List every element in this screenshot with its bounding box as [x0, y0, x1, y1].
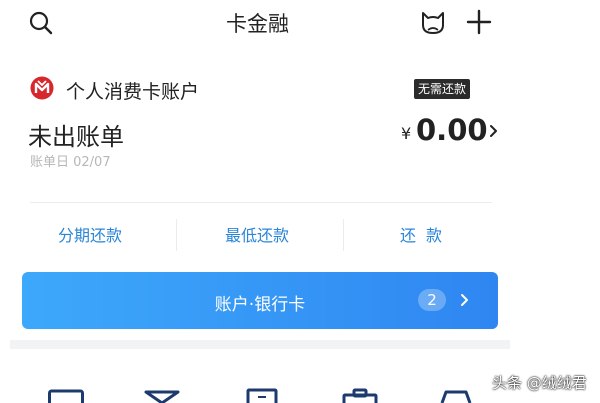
watermark: 头条 @绒绒君	[492, 374, 587, 392]
bill-date: 账单日 02/07	[30, 155, 111, 170]
divider	[176, 219, 177, 251]
repay-button[interactable]: 还款	[400, 222, 452, 246]
card-icon[interactable]	[48, 387, 84, 403]
chevron-right-icon	[490, 125, 497, 137]
installment-repay-button[interactable]: 分期还款	[58, 222, 122, 246]
bill-status: 未出账单	[28, 123, 124, 151]
section-gap	[10, 340, 510, 349]
amount-value: 0.00	[416, 113, 488, 147]
minimum-repay-button[interactable]: 最低还款	[225, 222, 289, 246]
chevron-right-icon	[461, 294, 468, 306]
envelope-icon[interactable]	[144, 387, 180, 403]
account-name: 个人消费卡账户	[66, 81, 200, 103]
document-icon[interactable]	[244, 387, 280, 403]
accounts-bank-cards-button[interactable]: 账户·银行卡 2	[22, 272, 498, 329]
cart-icon[interactable]	[438, 387, 474, 403]
currency-symbol: ¥	[401, 124, 412, 143]
cat-icon[interactable]	[419, 7, 447, 37]
count-badge: 2	[418, 289, 446, 311]
divider	[343, 219, 344, 251]
bank-logo-icon	[30, 76, 54, 100]
status-badge: 无需还款	[414, 79, 471, 99]
plus-icon[interactable]	[466, 9, 492, 35]
top-bar: 卡金融	[0, 0, 515, 52]
divider	[30, 202, 492, 203]
briefcase-icon[interactable]	[342, 387, 378, 403]
